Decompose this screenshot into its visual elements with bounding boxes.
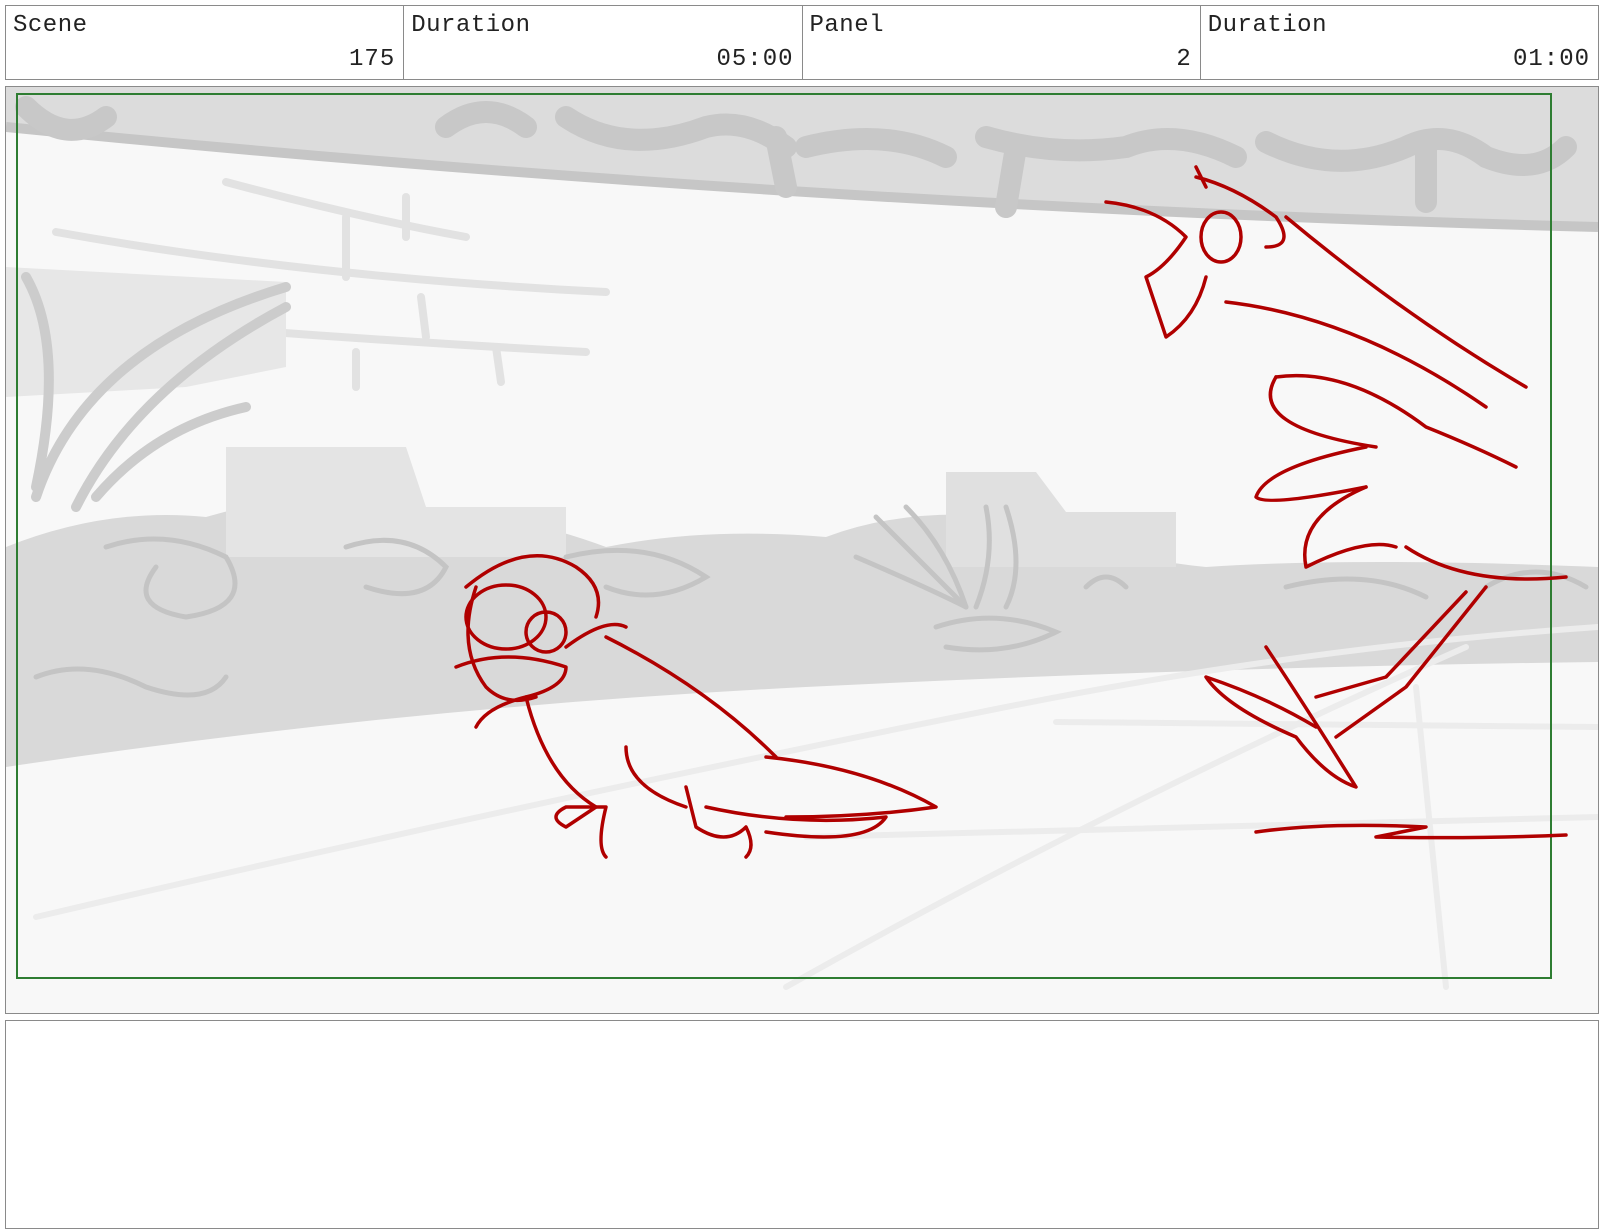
panel-duration-label: Duration [1207, 12, 1327, 39]
panel-duration-field[interactable]: Duration 01:00 [1201, 6, 1598, 79]
panel-number: 2 [1176, 46, 1192, 73]
panel-notes-area[interactable] [5, 1020, 1599, 1229]
panel-label: Panel [809, 12, 885, 39]
scene-duration-value: 05:00 [716, 46, 794, 73]
scene-label: Scene [13, 12, 88, 39]
scene-duration-field[interactable]: Duration 05:00 [404, 6, 803, 79]
panel-duration-value: 01:00 [1512, 46, 1590, 73]
sketch-canvas [6, 87, 1598, 1013]
scene-duration-label: Duration [411, 12, 531, 39]
panel-field[interactable]: Panel 2 [803, 6, 1201, 79]
storyboard-panel-image[interactable] [5, 86, 1599, 1014]
scene-field[interactable]: Scene 175 [6, 6, 405, 79]
scene-number: 175 [349, 46, 396, 73]
panel-info-header: Scene 175 Duration 05:00 Panel 2 Duratio… [5, 5, 1599, 80]
